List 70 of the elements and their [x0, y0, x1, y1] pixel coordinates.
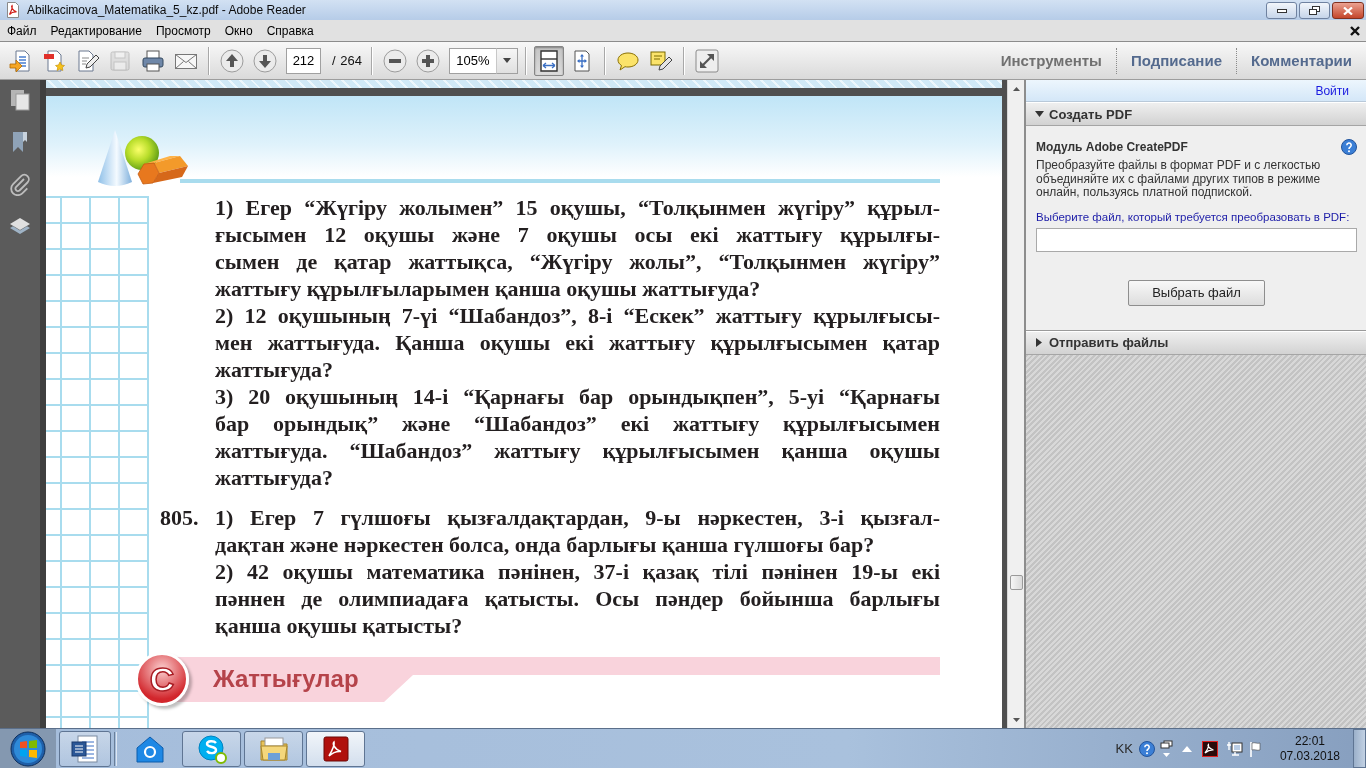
help-icon	[1138, 740, 1155, 757]
restore-button[interactable]	[1299, 2, 1330, 19]
choose-file-button[interactable]: Выбрать файл	[1128, 279, 1265, 306]
start-orb-icon	[10, 730, 46, 767]
exercise-item-text: 2) 12 оқушының 7-үі “Шабандоз”, 8-і “Ескек” жаттығу құрылғысы- мен жаттығуда. Қанша оқушы екі жаттығу құрылғысымен қатар жаттығуда?	[215, 302, 940, 383]
document-pencil-icon	[75, 48, 99, 73]
caret-icon	[502, 58, 511, 63]
exercise-item-text: 1) Егер “Жүгіру жолымен” 15 оқушы, “Толқынмен жүгіру” құрыл- ғысымен 12 оқушы және 7 оқушы осы екі жаттығу құрылғы- сымен де қатар жаттықса, “Жүгіру жолы”, “Толқынмен жүгіру” жаттығу құрылғыларымен қанша оқушы жаттығуда?	[215, 194, 940, 302]
flag-icon[interactable]	[1247, 740, 1264, 757]
pane-button[interactable]: Подписание	[1116, 45, 1236, 76]
section-title: Жаттығулар	[213, 665, 359, 693]
page-number-field[interactable]: 212	[286, 47, 321, 74]
exercise-number: 805.	[160, 504, 200, 532]
vertical-scrollbar[interactable]	[1007, 80, 1024, 728]
close-icon[interactable]	[1350, 25, 1360, 36]
plus-icon	[415, 48, 440, 73]
file-field[interactable]	[1036, 227, 1357, 252]
menu-item[interactable]: Файл	[0, 21, 44, 40]
pane-button[interactable]: Инструменты	[986, 45, 1116, 76]
taskbar-button[interactable]	[306, 730, 365, 767]
minimize-button[interactable]	[1266, 2, 1297, 19]
close-button[interactable]	[1332, 2, 1364, 19]
exercise-item-text: 3) 20 оқушының 14-і “Қарнағы бар орындықпен”, 5-уі “Қарнағы бар орындық” және “Шабандоз” екі жаттығу құрылғысымен жаттығуда. “Шабандоз” жаттығу құрылғысымен қанша оқушы жаттығуда?	[215, 383, 940, 491]
menu-item[interactable]: Редактирование	[43, 21, 149, 40]
page-count: / 264	[332, 53, 362, 68]
help-icon[interactable]	[1341, 139, 1357, 155]
scroll-down-arrow-icon[interactable]	[1012, 717, 1020, 722]
taskbar-button[interactable]	[244, 730, 303, 767]
panel-section-header[interactable]: Отправить файлы	[1026, 330, 1366, 355]
document-star-icon	[42, 48, 66, 73]
module-heading: Модуль Adobe CreatePDF	[1036, 140, 1188, 154]
zoom-dropdown-button[interactable]	[495, 47, 518, 74]
document-icon	[69, 732, 101, 765]
taskbar-button[interactable]	[59, 730, 111, 767]
network-icon[interactable]	[1226, 740, 1243, 757]
zoom-field[interactable]: 105%	[448, 47, 496, 74]
scroll-up-arrow-icon[interactable]	[1012, 86, 1020, 91]
menu-item[interactable]: Окно	[217, 21, 260, 40]
menu-item[interactable]: Справка	[259, 21, 321, 40]
scrollbar-thumb[interactable]	[1009, 575, 1023, 590]
language-indicator[interactable]: KK	[1115, 741, 1133, 756]
panel-section-header[interactable]: Создать PDF	[1026, 102, 1366, 126]
fit-width-button[interactable]	[533, 45, 564, 76]
document-arrow-icon	[9, 48, 33, 73]
clock[interactable]: 22:01 07.03.2018	[1279, 733, 1340, 764]
paperclip-icon[interactable]	[8, 172, 32, 196]
exercise-item-text: 1) Егер 7 гүлшоғы қызғалдақтардан, 9-ы нәркестен, 3-і қызғал- дақтан және нәркестен болса, онда барлығы қанша гүлшоғы бар?	[215, 504, 940, 558]
file-field-label: Выберите файл, который требуется преобразовать в PDF:	[1036, 210, 1351, 223]
window-title: Abilkacimova_Matematika_5_kz.pdf - Adobe Reader	[27, 3, 307, 17]
pages-icon[interactable]	[8, 88, 32, 112]
taskbar-button[interactable]	[182, 730, 241, 767]
printer-icon	[141, 48, 165, 73]
sign-in-link[interactable]: Войти	[1315, 83, 1349, 98]
window-switch-icon[interactable]	[1159, 739, 1173, 758]
pane-button[interactable]: Комментарии	[1237, 45, 1366, 76]
section-letter-badge: С	[135, 652, 189, 706]
close-icon	[1343, 6, 1353, 15]
pdf-file-icon	[5, 2, 21, 18]
minimize-icon	[1276, 8, 1287, 13]
note-pen-icon	[648, 48, 673, 73]
diagonal-arrows-icon	[694, 48, 719, 73]
chat-bubble-icon	[195, 732, 228, 765]
pdf-tray-icon[interactable]	[1201, 740, 1218, 757]
minus-icon	[382, 48, 407, 73]
start-button[interactable]	[0, 729, 56, 768]
restore-icon	[1309, 6, 1320, 15]
module-description: Преобразуйте файлы в формат PDF и с легкостью объединяйте их с файлами других типов в режиме онлайн, пользуясь платной подпиской.	[1036, 159, 1322, 200]
exercise-item-text: 2) 42 оқушы математика пәнінен, 37-і қазақ тілі пәнінен 19-ы екі пәннен де олимпиадаға қатысты. Осы пәндер бойынша барлығы қанша оқушы қатысты?	[215, 558, 940, 639]
menu-item[interactable]: Просмотр	[148, 21, 218, 40]
show-desktop-button[interactable]	[1353, 729, 1366, 768]
